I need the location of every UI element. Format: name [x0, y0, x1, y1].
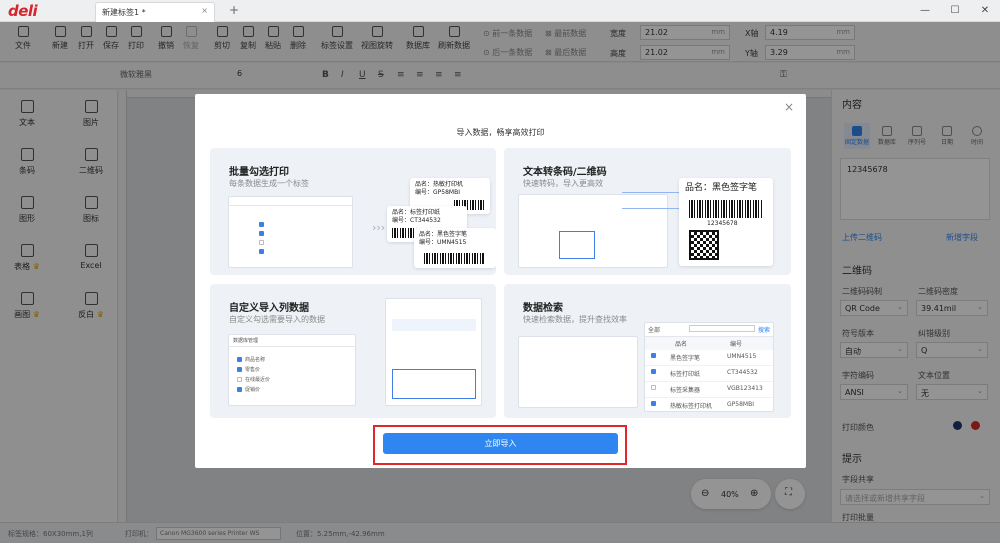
- close-icon[interactable]: ×: [784, 100, 794, 114]
- checkbox-icon: [237, 387, 242, 392]
- checkbox-icon: [237, 377, 242, 382]
- preview-row: [259, 221, 267, 230]
- checkbox-icon: [259, 231, 264, 236]
- card-subtitle: 自定义勾选需要导入的数据: [229, 315, 325, 324]
- preview-rows: [259, 221, 267, 257]
- feature-card-custom-columns: 自定义导入列数据 自定义勾选需要导入的数据 数据库管理 商品名称 零售价 在线最…: [210, 284, 496, 418]
- close-window-icon[interactable]: ✕: [970, 0, 1000, 22]
- checkbox-icon: [651, 369, 656, 374]
- preview-row: [259, 239, 267, 248]
- tab-close-icon[interactable]: ×: [201, 6, 208, 15]
- type-dropdown-preview: [559, 231, 595, 259]
- checkbox-icon: [259, 240, 264, 245]
- card-title: 批量勾选打印: [229, 167, 289, 178]
- card-title: 文本转条码/二维码: [523, 167, 607, 178]
- search-table-header: 品名 编号: [645, 337, 773, 350]
- checkbox-icon: [651, 401, 656, 406]
- arrow-icon: ›››: [372, 221, 386, 234]
- content-panel-preview: [385, 298, 482, 406]
- maximize-icon[interactable]: ☐: [940, 0, 970, 22]
- feature-card-text-to-code: 文本转条码/二维码 快速转码，导入更高效 品名：黑色签字笔 12345678: [504, 148, 791, 275]
- search-bar: 全部 搜索: [645, 323, 773, 337]
- connector-line: [622, 208, 685, 209]
- barcode-graphic: [689, 200, 763, 218]
- preview-row: [259, 248, 267, 257]
- document-tab-label: 新建标签1 *: [102, 8, 146, 17]
- label-preview-3: 品名：黑色签字笔 编号：UMN4515: [414, 228, 496, 268]
- column-manager-title: 数据库管理: [229, 335, 355, 347]
- document-tab[interactable]: 新建标签1 * ×: [95, 2, 215, 22]
- big-label-name: 品名：黑色签字笔: [685, 183, 758, 193]
- search-results-preview: 全部 搜索 品名 编号 黑色签字笔 UMN4515 标签打印纸 CT344532 标签采…: [644, 322, 774, 412]
- checkbox-icon: [651, 385, 656, 390]
- qrcode-graphic: [689, 230, 719, 260]
- search-row: 标签打印纸 CT344532: [645, 366, 773, 382]
- column-manager-preview: 数据库管理 商品名称 零售价 在线最近价 促销价: [228, 334, 356, 406]
- search-row: 黑色签字笔 UMN4515: [645, 350, 773, 366]
- search-row: 标签采集器 VGB123413: [645, 382, 773, 398]
- barcode-graphic: [424, 253, 484, 264]
- card-title: 自定义导入列数据: [229, 303, 309, 314]
- title-bar: deli 新建标签1 * × + — ☐ ✕: [0, 0, 1000, 22]
- preview-row: [259, 230, 267, 239]
- search-list-preview: [518, 336, 638, 408]
- checkbox-icon: [259, 249, 264, 254]
- checkbox-icon: [237, 357, 242, 362]
- batch-list-preview: [228, 196, 353, 268]
- add-tab-icon[interactable]: +: [229, 3, 239, 17]
- column-item: 在线最近价: [237, 375, 270, 385]
- card-subtitle: 快速检索数据，提升查找效率: [523, 315, 627, 324]
- preview-tabs: [392, 319, 476, 331]
- deli-logo: deli: [8, 2, 38, 20]
- card-subtitle: 每条数据生成一个标签: [229, 179, 309, 188]
- import-data-dialog: × 导入数据，畅享高效打印 批量勾选打印 每条数据生成一个标签 ››› 品名：热…: [195, 94, 806, 468]
- column-item: 促销价: [237, 385, 270, 395]
- highlight-box: [373, 425, 627, 465]
- big-label-number: 12345678: [707, 220, 738, 227]
- preview-header: [229, 197, 352, 206]
- minimize-icon[interactable]: —: [910, 0, 940, 22]
- checkbox-icon: [259, 222, 264, 227]
- checkbox-icon: [651, 353, 656, 358]
- connector-line: [622, 192, 685, 193]
- feature-card-batch-print: 批量勾选打印 每条数据生成一个标签 ››› 品名：热敏打印机 编号：GP58MBI…: [210, 148, 496, 275]
- dialog-title: 导入数据，畅享高效打印: [456, 128, 545, 137]
- search-row: 热敏标签打印机 GP58MBI: [645, 398, 773, 413]
- card-title: 数据检索: [523, 303, 563, 314]
- column-list: 商品名称 零售价 在线最近价 促销价: [237, 355, 270, 395]
- column-item: 零售价: [237, 365, 270, 375]
- checkbox-icon: [237, 367, 242, 372]
- big-label-preview: 品名：黑色签字笔 12345678: [679, 178, 773, 266]
- excel-import-preview: [518, 194, 668, 268]
- feature-card-search: 数据检索 快速检索数据，提升查找效率 全部 搜索 品名 编号 黑色签字笔 UMN451…: [504, 284, 791, 418]
- card-subtitle: 快速转码，导入更高效: [523, 179, 603, 188]
- column-dropdown-preview: [392, 369, 476, 399]
- window-controls: — ☐ ✕: [910, 0, 1000, 22]
- column-item: 商品名称: [237, 355, 270, 365]
